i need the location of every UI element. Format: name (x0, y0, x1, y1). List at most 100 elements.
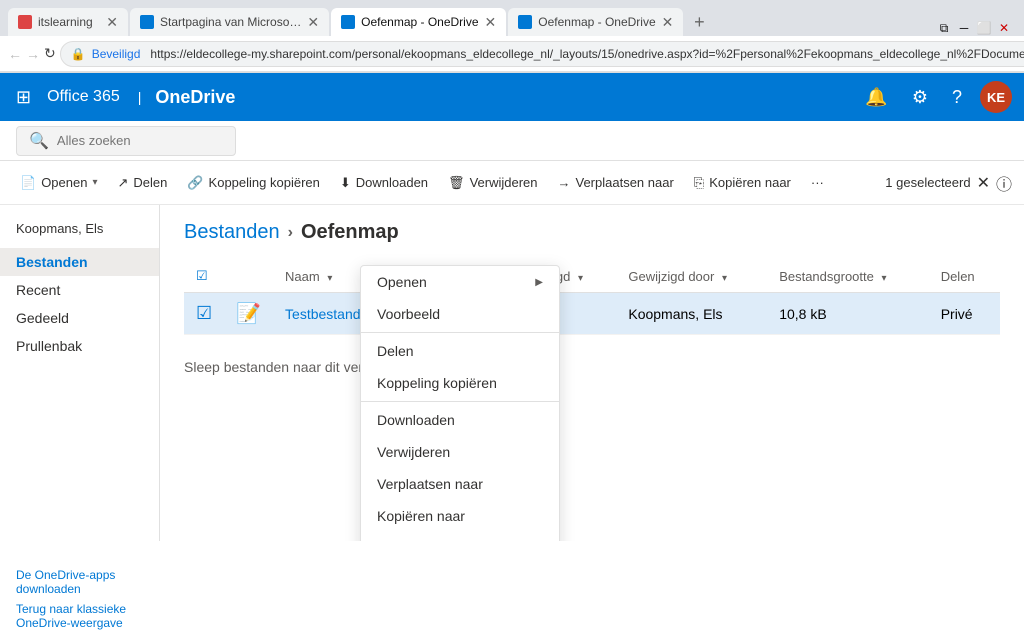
app-header: ⊞ Office 365 | OneDrive 🔔 ⚙ ? KE (0, 73, 1024, 121)
window-minimize-button[interactable]: ─ (956, 20, 972, 36)
toolbar-copy-button[interactable]: ⎘ Kopiëren naar (686, 170, 799, 196)
classic-view-link[interactable]: Terug naar klassieke OneDrive-weergave (16, 602, 143, 630)
search-bar: 🔍 (0, 121, 1024, 161)
window-restore-button[interactable]: ⬜ (976, 20, 992, 36)
move-label: Verplaatsen naar (576, 175, 674, 190)
context-download-label: Downloaden (377, 412, 455, 428)
main-layout: Koopmans, Els Bestanden Recent Gedeeld P… (0, 205, 1024, 541)
toolbar-download-button[interactable]: ⬇ Downloaden (332, 170, 436, 196)
tab-label: itslearning (38, 15, 93, 29)
forward-button[interactable]: → (26, 42, 40, 66)
open-icon: 📄 (20, 175, 36, 191)
tab-favicon (341, 15, 355, 29)
context-menu-separator-1 (361, 332, 559, 333)
notifications-icon[interactable]: 🔔 (859, 81, 893, 114)
table-row: ☑ 📝 Testbestand1.docx ↗ ⋯ Koopmans, Els (184, 293, 1000, 335)
share-label: Delen (133, 175, 167, 190)
tab-favicon (140, 15, 154, 29)
tab-label: Startpagina van Microso… (160, 15, 301, 29)
row-modified-by-cell: Koopmans, Els (616, 293, 767, 335)
download-apps-link[interactable]: De OneDrive-apps downloaden (16, 568, 143, 596)
toolbar-more-button[interactable]: ··· (803, 170, 832, 195)
row-filetype-cell: 📝 (224, 293, 273, 335)
sidebar-item-prullenbak[interactable]: Prullenbak (0, 332, 159, 360)
address-bar[interactable]: 🔒 Beveiligd https://eldecollege-my.share… (60, 41, 1024, 67)
toolbar-open-button[interactable]: 📄 Openen ▾ (12, 170, 105, 196)
col-checkbox: ☑ (184, 260, 224, 293)
back-button[interactable]: ← (8, 42, 22, 66)
search-field[interactable] (57, 133, 217, 148)
copy-icon: ⎘ (694, 175, 704, 191)
row-checkbox-cell[interactable]: ☑ (184, 293, 224, 335)
toolbar-move-button[interactable]: → Verplaatsen naar (550, 170, 682, 195)
sidebar-item-recent[interactable]: Recent (0, 276, 159, 304)
header-checkbox[interactable]: ☑ (196, 268, 208, 283)
copy-link-label: Koppeling kopiëren (209, 175, 320, 190)
context-open-label: Openen (377, 274, 427, 290)
move-icon: → (558, 175, 571, 190)
tab-close-icon[interactable]: ✕ (485, 14, 497, 31)
tab-close-icon[interactable]: ✕ (662, 14, 674, 31)
context-menu-item-download[interactable]: Downloaden (361, 404, 559, 436)
address-text: https://eldecollege-my.sharepoint.com/pe… (150, 47, 1024, 61)
search-input-container[interactable]: 🔍 (16, 126, 236, 156)
context-menu-item-copy-link[interactable]: Koppeling kopiëren (361, 367, 559, 399)
tab-label: Oefenmap - OneDrive (361, 15, 478, 29)
toolbar: 📄 Openen ▾ ↗ Delen 🔗 Koppeling kopiëren … (0, 161, 1024, 205)
browser-chrome: itslearning ✕ Startpagina van Microso… ✕… (0, 0, 1024, 73)
tab-oefenmap-2[interactable]: Oefenmap - OneDrive ✕ (508, 8, 683, 36)
header-divider: | (138, 89, 142, 105)
tab-label: Oefenmap - OneDrive (538, 15, 655, 29)
nav-bar: ← → ↻ 🔒 Beveiligd https://eldecollege-my… (0, 36, 1024, 72)
tab-close-icon[interactable]: ✕ (106, 14, 118, 31)
reload-button[interactable]: ↻ (44, 42, 56, 66)
tab-oefenmap-active[interactable]: Oefenmap - OneDrive ✕ (331, 8, 506, 36)
col-share-header: Delen (929, 260, 1000, 293)
context-menu-item-preview[interactable]: Voorbeeld (361, 298, 559, 330)
context-menu-item-share[interactable]: Delen (361, 335, 559, 367)
row-checkbox-icon[interactable]: ☑ (196, 303, 212, 323)
context-rename-label: Naam wijzigen (377, 540, 468, 541)
tab-close-icon[interactable]: ✕ (307, 14, 319, 31)
help-icon[interactable]: ? (946, 81, 968, 114)
tab-restore-icon[interactable]: ⧉ (936, 20, 952, 36)
avatar[interactable]: KE (980, 81, 1012, 113)
open-arrow-icon: ▾ (92, 177, 97, 188)
info-icon[interactable]: ⓘ (996, 171, 1012, 195)
context-menu-item-delete[interactable]: Verwijderen (361, 436, 559, 468)
settings-icon[interactable]: ⚙ (906, 81, 934, 114)
waffle-menu-button[interactable]: ⊞ (12, 83, 35, 112)
breadcrumb: Bestanden › Oefenmap (184, 221, 1000, 244)
content-area: Bestanden › Oefenmap ☑ Naam ▾ Gewijzigd … (160, 205, 1024, 541)
sidebar: Koopmans, Els Bestanden Recent Gedeeld P… (0, 205, 160, 541)
context-share-label: Delen (377, 343, 414, 359)
breadcrumb-parent[interactable]: Bestanden (184, 221, 280, 244)
copy-link-icon: 🔗 (187, 175, 203, 191)
context-menu-item-open[interactable]: Openen ▶ (361, 266, 559, 298)
table-header-row: ☑ Naam ▾ Gewijzigd ▾ Gewijzigd door ▾ Be… (184, 260, 1000, 293)
tab-bar: itslearning ✕ Startpagina van Microso… ✕… (0, 0, 1024, 36)
col-modified-by-header[interactable]: Gewijzigd door ▾ (616, 260, 767, 293)
sidebar-item-gedeeld[interactable]: Gedeeld (0, 304, 159, 332)
empty-hint: Sleep bestanden naar dit venster om ze t… (184, 359, 1000, 375)
toolbar-share-button[interactable]: ↗ Delen (109, 170, 175, 196)
window-close-button[interactable]: ✕ (996, 20, 1012, 36)
col-size-header[interactable]: Bestandsgrootte ▾ (767, 260, 929, 293)
context-open-arrow-icon: ▶ (535, 277, 543, 288)
close-selection-icon[interactable]: ✕ (977, 173, 990, 193)
sidebar-item-bestanden[interactable]: Bestanden (0, 248, 159, 276)
word-file-icon: 📝 (236, 303, 261, 325)
context-menu-item-copy[interactable]: Kopiëren naar (361, 500, 559, 532)
context-menu-item-move[interactable]: Verplaatsen naar (361, 468, 559, 500)
row-size-cell: 10,8 kB (767, 293, 929, 335)
open-label: Openen (41, 175, 87, 190)
copy-label: Kopiëren naar (709, 175, 791, 190)
toolbar-right: 1 geselecteerd ✕ ⓘ (885, 171, 1012, 195)
toolbar-copy-link-button[interactable]: 🔗 Koppeling kopiëren (179, 170, 328, 196)
toolbar-delete-button[interactable]: 🗑 Verwijderen (440, 170, 545, 196)
tab-startpagina[interactable]: Startpagina van Microso… ✕ (130, 8, 329, 36)
tab-favicon (18, 15, 32, 29)
download-icon: ⬇ (340, 175, 351, 191)
new-tab-button[interactable]: + (685, 8, 713, 36)
tab-itslearning[interactable]: itslearning ✕ (8, 8, 128, 36)
